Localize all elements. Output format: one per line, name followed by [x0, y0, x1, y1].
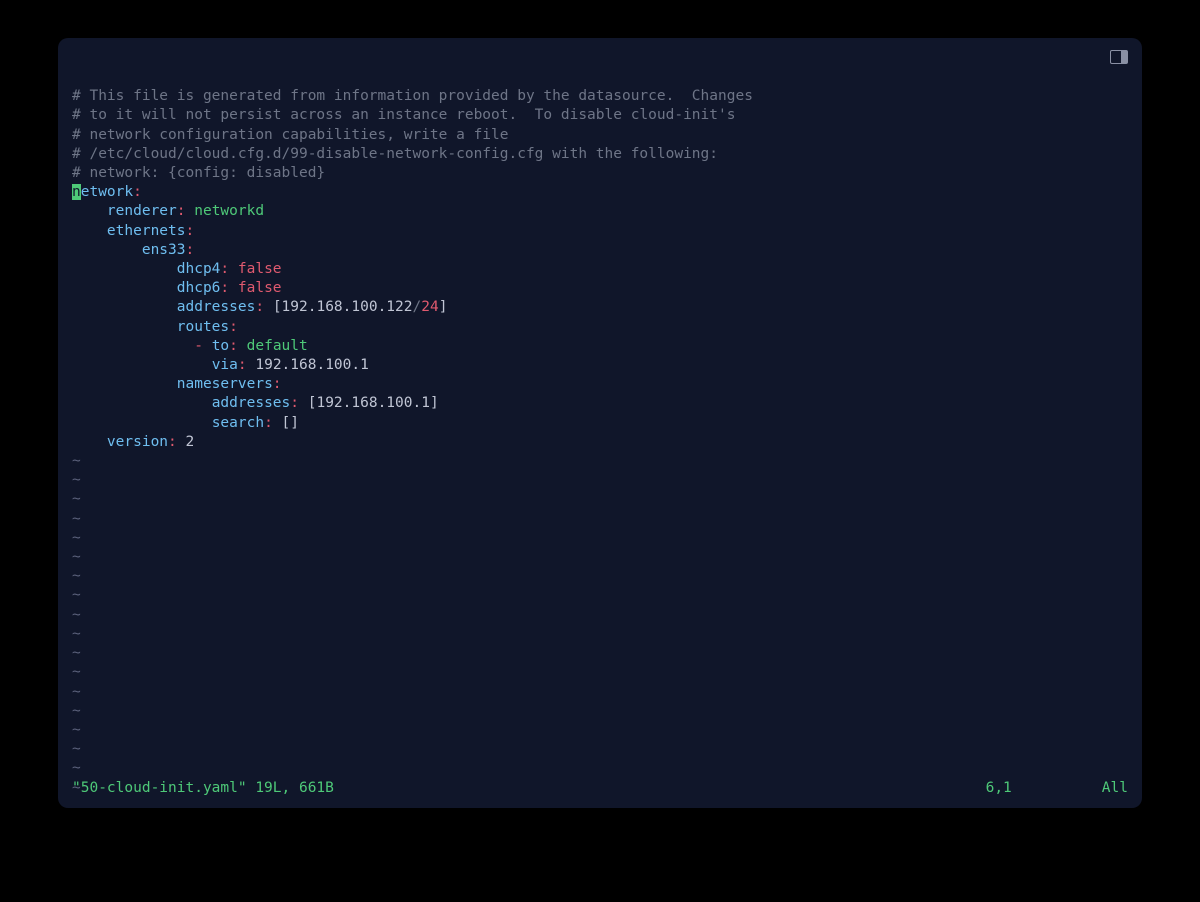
- status-scroll-percent: All: [1102, 779, 1128, 798]
- yaml-line: addresses: [192.168.100.122/24]: [72, 299, 447, 315]
- empty-line-tilde: ~: [72, 549, 81, 565]
- status-cursor-position: 6,1: [986, 779, 1102, 798]
- yaml-line: renderer: networkd: [72, 203, 264, 219]
- empty-line-tilde: ~: [72, 472, 81, 488]
- yaml-line: dhcp4: false: [72, 261, 282, 277]
- yaml-key: ens33: [142, 242, 186, 258]
- empty-line-tilde: ~: [72, 645, 81, 661]
- comment-line: # /etc/cloud/cloud.cfg.d/99-disable-netw…: [72, 146, 718, 162]
- yaml-key: nameservers: [177, 376, 273, 392]
- yaml-key: addresses: [177, 299, 256, 315]
- empty-line-tilde: ~: [72, 703, 81, 719]
- yaml-value: 2: [186, 434, 195, 450]
- yaml-line: nameservers:: [72, 376, 282, 392]
- yaml-key: version: [107, 434, 168, 450]
- yaml-key: etwork: [81, 184, 133, 200]
- vim-editor[interactable]: # This file is generated from informatio…: [72, 50, 1128, 798]
- yaml-value: 192.168.100.122: [282, 299, 413, 315]
- yaml-line: via: 192.168.100.1: [72, 357, 369, 373]
- empty-line-tilde: ~: [72, 664, 81, 680]
- yaml-value: 192.168.100.1: [316, 395, 430, 411]
- comment-line: # network configuration capabilities, wr…: [72, 127, 509, 143]
- yaml-key: dhcp4: [177, 261, 221, 277]
- yaml-line: dhcp6: false: [72, 280, 282, 296]
- yaml-line: search: []: [72, 415, 299, 431]
- yaml-line: version: 2: [72, 434, 194, 450]
- yaml-key: search: [212, 415, 264, 431]
- status-filename: "50-cloud-init.yaml" 19L, 661B: [72, 779, 334, 798]
- empty-line-tilde: ~: [72, 530, 81, 546]
- yaml-key: routes: [177, 319, 229, 335]
- yaml-key: to: [212, 338, 229, 354]
- yaml-line: addresses: [192.168.100.1]: [72, 395, 439, 411]
- empty-line-tilde: ~: [72, 568, 81, 584]
- yaml-line: ethernets:: [72, 223, 194, 239]
- empty-line-tilde: ~: [72, 684, 81, 700]
- empty-line-tilde: ~: [72, 607, 81, 623]
- terminal-window: # This file is generated from informatio…: [58, 38, 1142, 808]
- empty-line-tilde: ~: [72, 722, 81, 738]
- yaml-key: renderer: [107, 203, 177, 219]
- yaml-key: via: [212, 357, 238, 373]
- empty-line-tilde: ~: [72, 626, 81, 642]
- yaml-value: false: [238, 280, 282, 296]
- panel-toggle-icon[interactable]: [1110, 50, 1128, 64]
- comment-line: # to it will not persist across an insta…: [72, 107, 735, 123]
- empty-line-tilde: ~: [72, 587, 81, 603]
- empty-line-tilde: ~: [72, 453, 81, 469]
- empty-line-tilde: ~: [72, 511, 81, 527]
- yaml-key: addresses: [212, 395, 291, 411]
- yaml-value: 24: [421, 299, 438, 315]
- yaml-key: dhcp6: [177, 280, 221, 296]
- cursor: n: [72, 184, 81, 200]
- empty-line-tilde: ~: [72, 741, 81, 757]
- yaml-value: false: [238, 261, 282, 277]
- empty-line-tilde: ~: [72, 491, 81, 507]
- yaml-line: ens33:: [72, 242, 194, 258]
- comment-line: # network: {config: disabled}: [72, 165, 325, 181]
- yaml-line: - to: default: [72, 338, 308, 354]
- yaml-line: routes:: [72, 319, 238, 335]
- comment-line: # This file is generated from informatio…: [72, 88, 753, 104]
- empty-line-tilde: ~: [72, 760, 81, 776]
- yaml-value: 192.168.100.1: [255, 357, 369, 373]
- yaml-value: networkd: [194, 203, 264, 219]
- yaml-value: default: [247, 338, 308, 354]
- yaml-key: ethernets: [107, 223, 186, 239]
- vim-status-bar: "50-cloud-init.yaml" 19L, 661B 6,1 All: [72, 779, 1128, 798]
- yaml-line: network:: [72, 184, 142, 200]
